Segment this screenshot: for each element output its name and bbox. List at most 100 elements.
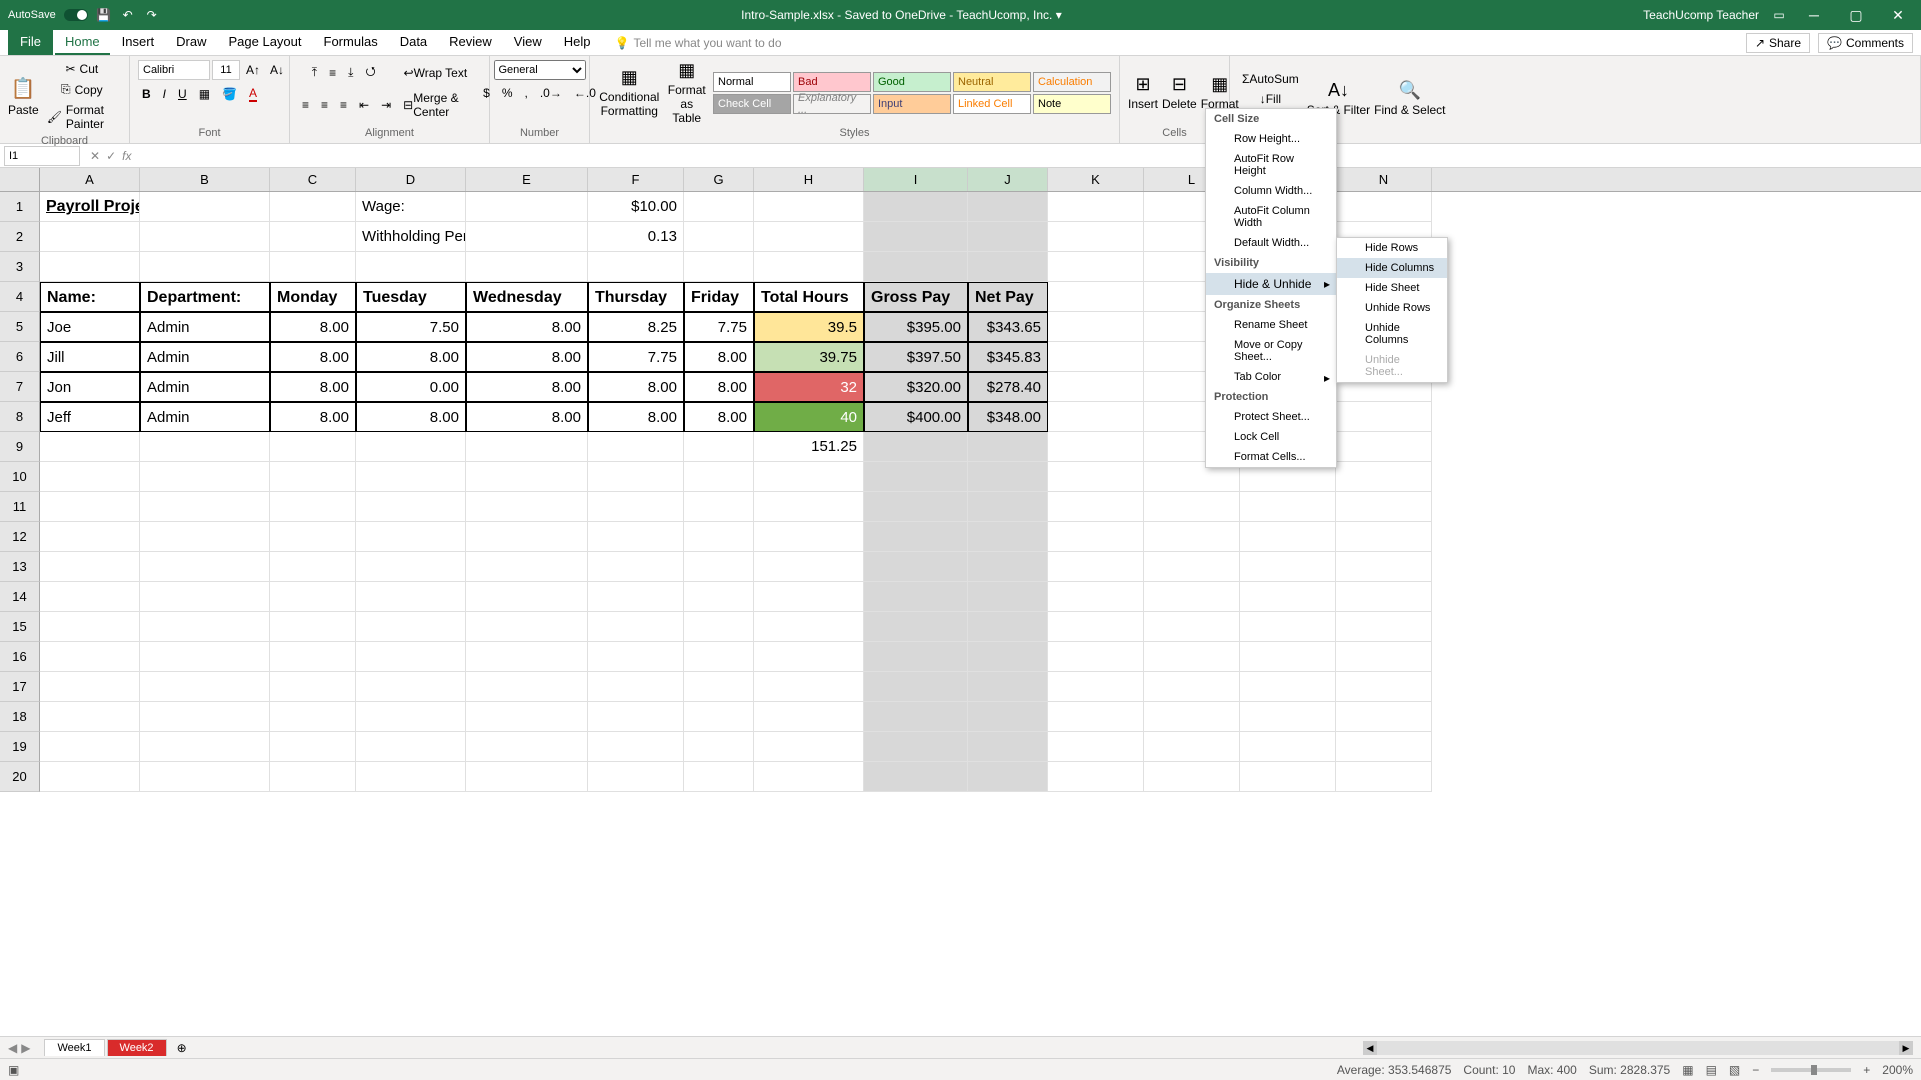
- cell-M12[interactable]: [1240, 522, 1336, 552]
- cell-F2[interactable]: 0.13: [588, 222, 684, 252]
- cell-E1[interactable]: [466, 192, 588, 222]
- cell-B11[interactable]: [140, 492, 270, 522]
- formula-input[interactable]: [137, 146, 1921, 166]
- row-header-20[interactable]: 20: [0, 762, 40, 792]
- col-header-B[interactable]: B: [140, 168, 270, 191]
- cell-J13[interactable]: [968, 552, 1048, 582]
- cell-I12[interactable]: [864, 522, 968, 552]
- cell-C15[interactable]: [270, 612, 356, 642]
- cell-F19[interactable]: [588, 732, 684, 762]
- cell-B9[interactable]: [140, 432, 270, 462]
- style-good[interactable]: Good: [873, 72, 951, 92]
- cell-F14[interactable]: [588, 582, 684, 612]
- cell-E13[interactable]: [466, 552, 588, 582]
- cell-I9[interactable]: [864, 432, 968, 462]
- cell-I3[interactable]: [864, 252, 968, 282]
- cell-M18[interactable]: [1240, 702, 1336, 732]
- cell-G5[interactable]: 7.75: [684, 312, 754, 342]
- cell-M14[interactable]: [1240, 582, 1336, 612]
- cell-G17[interactable]: [684, 672, 754, 702]
- cell-I4[interactable]: Gross Pay: [864, 282, 968, 312]
- cell-I20[interactable]: [864, 762, 968, 792]
- undo-icon[interactable]: ↶: [120, 7, 136, 23]
- cell-A12[interactable]: [40, 522, 140, 552]
- cell-N14[interactable]: [1336, 582, 1432, 612]
- cell-B4[interactable]: Department:: [140, 282, 270, 312]
- view-pagebreak-icon[interactable]: ▧: [1729, 1063, 1740, 1077]
- row-header-1[interactable]: 1: [0, 192, 40, 222]
- submenu-unhide-rows[interactable]: Unhide Rows: [1337, 298, 1447, 318]
- col-header-G[interactable]: G: [684, 168, 754, 191]
- comma-icon[interactable]: ,: [521, 84, 532, 102]
- cell-F7[interactable]: 8.00: [588, 372, 684, 402]
- cell-H20[interactable]: [754, 762, 864, 792]
- record-macro-icon[interactable]: ▣: [8, 1063, 19, 1077]
- cell-B19[interactable]: [140, 732, 270, 762]
- cell-N16[interactable]: [1336, 642, 1432, 672]
- style-input[interactable]: Input: [873, 94, 951, 114]
- cell-J5[interactable]: $343.65: [968, 312, 1048, 342]
- cell-E11[interactable]: [466, 492, 588, 522]
- redo-icon[interactable]: ↷: [144, 7, 160, 23]
- cell-L16[interactable]: [1144, 642, 1240, 672]
- select-all-corner[interactable]: [0, 168, 40, 191]
- cell-J6[interactable]: $345.83: [968, 342, 1048, 372]
- format-painter-button[interactable]: 🖌 Format Painter: [43, 101, 121, 133]
- cell-M15[interactable]: [1240, 612, 1336, 642]
- row-header-3[interactable]: 3: [0, 252, 40, 282]
- cell-N8[interactable]: [1336, 402, 1432, 432]
- comments-button[interactable]: 💬Comments: [1818, 33, 1913, 53]
- scroll-right-icon[interactable]: ▶: [1899, 1041, 1913, 1055]
- style-checkcell[interactable]: Check Cell: [713, 94, 791, 114]
- cell-D19[interactable]: [356, 732, 466, 762]
- enter-formula-icon[interactable]: ✓: [106, 149, 116, 163]
- cell-J4[interactable]: Net Pay: [968, 282, 1048, 312]
- cell-C1[interactable]: [270, 192, 356, 222]
- cell-F3[interactable]: [588, 252, 684, 282]
- cell-K18[interactable]: [1048, 702, 1144, 732]
- cell-K5[interactable]: [1048, 312, 1144, 342]
- cell-H3[interactable]: [754, 252, 864, 282]
- cell-F11[interactable]: [588, 492, 684, 522]
- cell-D3[interactable]: [356, 252, 466, 282]
- col-header-D[interactable]: D: [356, 168, 466, 191]
- maximize-button[interactable]: ▢: [1841, 7, 1871, 24]
- increase-font-icon[interactable]: A↑: [242, 61, 264, 79]
- cell-C4[interactable]: Monday: [270, 282, 356, 312]
- cell-E3[interactable]: [466, 252, 588, 282]
- cell-J10[interactable]: [968, 462, 1048, 492]
- cell-A15[interactable]: [40, 612, 140, 642]
- row-header-8[interactable]: 8: [0, 402, 40, 432]
- cell-E8[interactable]: 8.00: [466, 402, 588, 432]
- cell-L20[interactable]: [1144, 762, 1240, 792]
- cell-E20[interactable]: [466, 762, 588, 792]
- cell-J14[interactable]: [968, 582, 1048, 612]
- cell-A5[interactable]: Joe: [40, 312, 140, 342]
- cell-F8[interactable]: 8.00: [588, 402, 684, 432]
- italic-button[interactable]: I: [159, 84, 170, 104]
- cell-A17[interactable]: [40, 672, 140, 702]
- cell-M13[interactable]: [1240, 552, 1336, 582]
- cell-L12[interactable]: [1144, 522, 1240, 552]
- cell-D9[interactable]: [356, 432, 466, 462]
- cell-K10[interactable]: [1048, 462, 1144, 492]
- menu-tab-color[interactable]: Tab Color▸: [1206, 367, 1336, 387]
- cell-K17[interactable]: [1048, 672, 1144, 702]
- cell-A3[interactable]: [40, 252, 140, 282]
- sheet-nav-next-icon[interactable]: ▶: [21, 1041, 30, 1055]
- cell-F12[interactable]: [588, 522, 684, 552]
- cell-D13[interactable]: [356, 552, 466, 582]
- cell-I13[interactable]: [864, 552, 968, 582]
- submenu-unhide-columns[interactable]: Unhide Columns: [1337, 318, 1447, 350]
- cell-I2[interactable]: [864, 222, 968, 252]
- cell-I11[interactable]: [864, 492, 968, 522]
- cell-B7[interactable]: Admin: [140, 372, 270, 402]
- cell-B6[interactable]: Admin: [140, 342, 270, 372]
- cell-G9[interactable]: [684, 432, 754, 462]
- cell-I15[interactable]: [864, 612, 968, 642]
- cell-A20[interactable]: [40, 762, 140, 792]
- cell-B12[interactable]: [140, 522, 270, 552]
- cell-H9[interactable]: 151.25: [754, 432, 864, 462]
- cell-D11[interactable]: [356, 492, 466, 522]
- tab-home[interactable]: Home: [55, 30, 110, 55]
